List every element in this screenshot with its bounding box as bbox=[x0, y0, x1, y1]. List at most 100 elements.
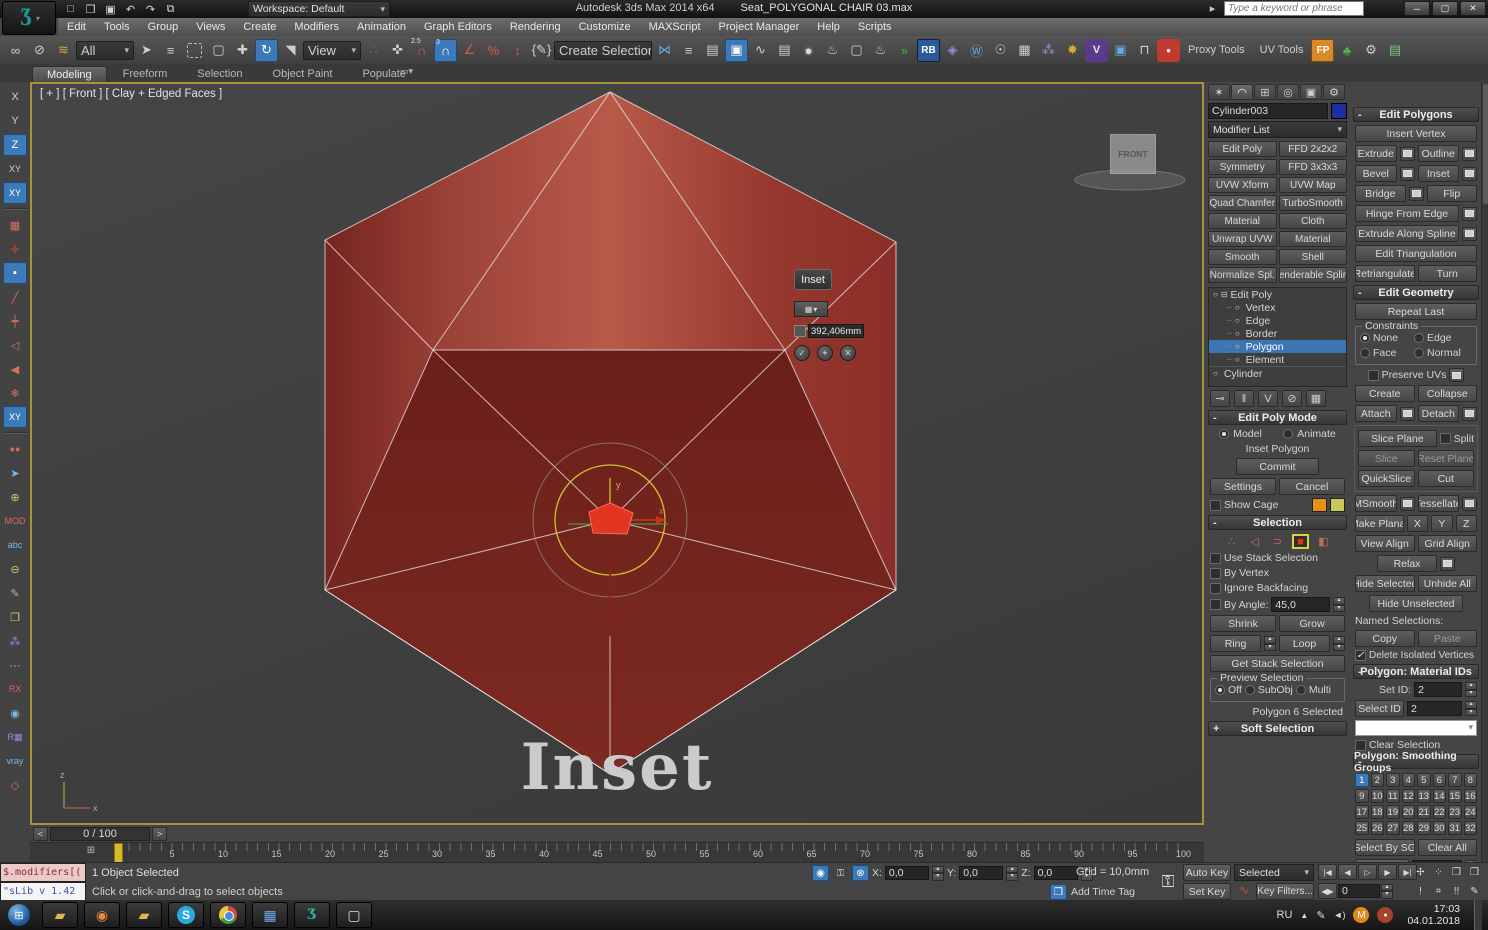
notification-icon[interactable]: !! bbox=[1448, 883, 1465, 899]
by-angle-checkbox[interactable] bbox=[1210, 599, 1221, 610]
vray-grid-script-icon[interactable]: vray bbox=[3, 750, 27, 772]
search-input[interactable] bbox=[1224, 1, 1364, 16]
modifier-button[interactable]: FFD 2x2x2 bbox=[1279, 141, 1348, 157]
add-time-tag-label[interactable]: Add Time Tag bbox=[1071, 886, 1135, 898]
menu-item[interactable]: MAXScript bbox=[640, 18, 710, 36]
close-button[interactable]: ✕ bbox=[1460, 1, 1486, 16]
view-align-button[interactable]: View Align bbox=[1355, 535, 1415, 552]
menu-item[interactable]: Scripts bbox=[849, 18, 901, 36]
reference-coordinate-dropdown-icon[interactable]: View bbox=[303, 41, 361, 60]
cancel-button[interactable]: Cancel bbox=[1279, 478, 1345, 495]
stack-cubes-icon[interactable]: ❒ bbox=[1466, 864, 1483, 880]
shrink-button[interactable]: Shrink bbox=[1210, 615, 1276, 632]
slice-plane-button[interactable]: Slice Plane bbox=[1358, 430, 1437, 447]
folder-images-icon[interactable]: ▰ bbox=[126, 902, 162, 928]
menu-item[interactable]: Graph Editors bbox=[415, 18, 501, 36]
ribbon-tab[interactable]: Object Paint bbox=[259, 66, 347, 82]
maxscript-listener-white[interactable]: "sLib v 1.42 bbox=[0, 882, 86, 901]
location-pin-plugin-icon[interactable]: ● bbox=[1157, 39, 1180, 62]
rollout-edit-geometry[interactable]: -Edit Geometry bbox=[1353, 285, 1479, 300]
stack-item[interactable]: ○ Edge bbox=[1209, 314, 1346, 327]
ring-button[interactable]: Ring bbox=[1210, 635, 1261, 652]
select-id-button[interactable]: Select ID bbox=[1355, 700, 1404, 717]
show-cage-checkbox[interactable] bbox=[1210, 500, 1221, 511]
constraint-edge-radio[interactable] bbox=[1414, 333, 1424, 343]
settings-button[interactable]: Settings bbox=[1210, 478, 1276, 495]
layer-manager-icon[interactable]: ▤ bbox=[701, 39, 724, 62]
vertex-subobject-icon[interactable]: ∴ bbox=[1223, 534, 1240, 549]
tessellate-button[interactable]: Tessellate bbox=[1418, 495, 1460, 512]
current-frame-field[interactable]: 0 bbox=[1338, 884, 1380, 898]
bevel-button[interactable]: Bevel bbox=[1355, 165, 1397, 182]
set-id-spinner[interactable]: ▴▾ bbox=[1465, 682, 1477, 697]
minimize-button[interactable]: ─ bbox=[1404, 1, 1430, 16]
object-name-field[interactable]: Cylinder003 bbox=[1208, 103, 1328, 119]
preview-subobj-radio[interactable] bbox=[1245, 685, 1255, 695]
spline-settings[interactable] bbox=[1462, 227, 1477, 241]
mirror-icon[interactable]: ⋈ bbox=[653, 39, 676, 62]
cube-pair-script-icon[interactable]: ❒ bbox=[3, 606, 27, 628]
detach-settings[interactable] bbox=[1462, 407, 1477, 421]
panel-tab-create-icon[interactable]: ✶ bbox=[1208, 84, 1230, 100]
modifier-button[interactable]: Edit Poly bbox=[1208, 141, 1277, 157]
panel-tab-hierarchy-icon[interactable]: ⊞ bbox=[1254, 84, 1276, 100]
y-coord-field[interactable]: 0,0 bbox=[959, 866, 1003, 880]
smoothing-group-button[interactable]: 15 bbox=[1448, 789, 1462, 803]
preserve-uvs-checkbox[interactable] bbox=[1368, 370, 1379, 381]
attach-settings[interactable] bbox=[1400, 407, 1415, 421]
material-name-dropdown[interactable] bbox=[1355, 720, 1477, 736]
use-pivot-point-center-icon[interactable]: ∴ bbox=[362, 39, 385, 62]
snaps-toggle-3-icon[interactable]: ∩3 bbox=[434, 39, 457, 62]
align-icon[interactable]: ≡ bbox=[677, 39, 700, 62]
unhide-all-button[interactable]: Unhide All bbox=[1418, 575, 1478, 592]
midpoint-snap-icon[interactable]: ┿ bbox=[3, 310, 27, 332]
material-editor-icon[interactable]: ● bbox=[797, 39, 820, 62]
collapse-button[interactable]: Collapse bbox=[1418, 385, 1478, 402]
frozen-snap-icon[interactable]: ❄ bbox=[3, 382, 27, 404]
open-file-icon[interactable]: ❒ bbox=[82, 2, 99, 17]
firefox-icon[interactable]: ◉ bbox=[84, 902, 120, 928]
paste-button[interactable]: Paste bbox=[1418, 630, 1478, 647]
menu-item[interactable]: Group bbox=[139, 18, 188, 36]
smoothing-group-button[interactable]: 9 bbox=[1355, 789, 1369, 803]
ribbon-minimize-icon[interactable]: ▭▾ bbox=[400, 66, 413, 77]
stack-item[interactable]: ○ Vertex bbox=[1209, 301, 1346, 314]
copy-button[interactable]: Copy bbox=[1355, 630, 1415, 647]
element-subobject-icon[interactable]: ◧ bbox=[1315, 534, 1332, 549]
z-coord-field[interactable]: 0,0 bbox=[1034, 866, 1078, 880]
volume-icon[interactable]: ◄) bbox=[1334, 910, 1346, 920]
modifier-button[interactable]: Shell bbox=[1279, 249, 1348, 265]
grid-point-snap-icon[interactable]: ▦ bbox=[3, 214, 27, 236]
ribbon-tab[interactable]: Modeling bbox=[32, 66, 107, 82]
constrain-xy-icon[interactable]: XY bbox=[3, 158, 27, 180]
outline-button[interactable]: Outline bbox=[1418, 145, 1460, 162]
auto-key-button[interactable]: Auto Key bbox=[1183, 864, 1231, 881]
menu-item[interactable]: Tools bbox=[95, 18, 139, 36]
select-and-scale-icon[interactable]: ◥ bbox=[279, 39, 302, 62]
red-badge-icon[interactable]: ● bbox=[1377, 907, 1393, 923]
smoothing-group-button[interactable]: 8 bbox=[1464, 773, 1478, 787]
smoothing-group-button[interactable]: 31 bbox=[1448, 821, 1462, 835]
y-spinner[interactable]: ▴▾ bbox=[1006, 866, 1018, 881]
sphere-stand-plugin-icon[interactable]: ☉ bbox=[989, 39, 1012, 62]
preserve-uvs-settings[interactable] bbox=[1449, 368, 1464, 382]
angle-snap-toggle-icon[interactable]: ∠ bbox=[458, 39, 481, 62]
colored-points-script-icon[interactable]: ⁂ bbox=[3, 630, 27, 652]
smoothing-group-button[interactable]: 25 bbox=[1355, 821, 1369, 835]
spinner-snap-toggle-icon[interactable]: ↕ bbox=[506, 39, 529, 62]
tessellate-settings[interactable] bbox=[1462, 497, 1477, 511]
project-folder-icon[interactable]: ⧉ bbox=[162, 2, 179, 17]
m-badge-icon[interactable]: M bbox=[1353, 907, 1369, 923]
spheres-plus-script-icon[interactable]: ⊕ bbox=[3, 486, 27, 508]
smoothing-group-button[interactable]: 5 bbox=[1417, 773, 1431, 787]
by-angle-spinner[interactable]: ▴▾ bbox=[1333, 597, 1345, 612]
tools-plugin-icon[interactable]: ⚙ bbox=[1359, 39, 1382, 62]
modifier-button[interactable]: Material bbox=[1279, 231, 1348, 247]
quickslice-button[interactable]: QuickSlice bbox=[1358, 470, 1415, 487]
ribbon-tab[interactable]: Freeform bbox=[109, 66, 182, 82]
smoothing-group-button[interactable]: 32 bbox=[1464, 821, 1478, 835]
smoothing-group-button[interactable]: 27 bbox=[1386, 821, 1400, 835]
smoothing-group-button[interactable]: 14 bbox=[1433, 789, 1447, 803]
language-indicator[interactable]: RU bbox=[1277, 909, 1293, 921]
undo-icon[interactable]: ↶ bbox=[122, 2, 139, 17]
